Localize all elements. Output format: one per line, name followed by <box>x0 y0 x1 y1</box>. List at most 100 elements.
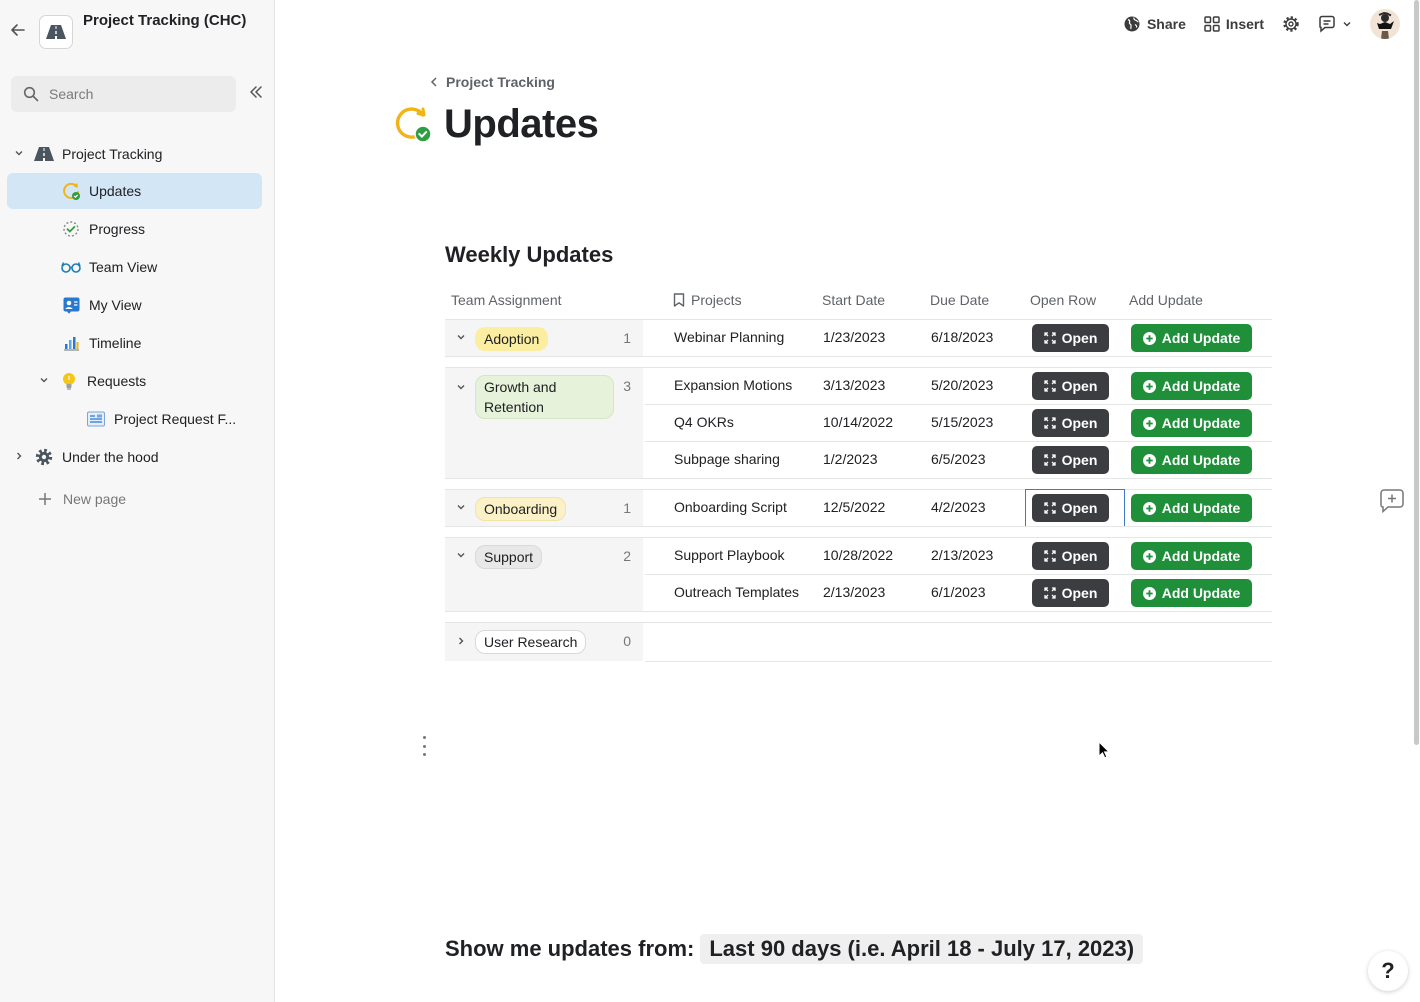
breadcrumb[interactable]: Project Tracking <box>430 74 555 90</box>
collapse-sidebar-icon[interactable] <box>246 84 266 104</box>
doc-road-icon[interactable] <box>39 15 73 49</box>
due-date[interactable]: 5/15/2023 <box>931 414 993 430</box>
due-date[interactable]: 6/1/2023 <box>931 584 986 600</box>
sidebar-item-updates[interactable]: Updates <box>7 173 262 209</box>
scrollbar[interactable] <box>1414 0 1419 745</box>
sidebar-item-label: Progress <box>89 221 146 237</box>
project-name[interactable]: Outreach Templates <box>674 584 799 600</box>
group-chip-user-research[interactable]: User Research <box>475 630 587 654</box>
chevron-right-icon[interactable] <box>455 636 467 649</box>
grid-icon <box>1204 16 1220 32</box>
add-update-button[interactable]: Add Update <box>1131 324 1252 352</box>
help-button[interactable]: ? <box>1368 951 1408 991</box>
row-divider <box>645 661 1272 662</box>
start-date[interactable]: 12/5/2022 <box>823 499 885 515</box>
plus-circle-icon <box>1142 501 1156 515</box>
open-row-button[interactable]: Open <box>1032 542 1109 570</box>
start-date[interactable]: 1/2/2023 <box>823 451 878 467</box>
column-header-projects[interactable]: Projects <box>673 292 742 308</box>
due-date[interactable]: 2/13/2023 <box>931 547 993 563</box>
group-chip-support[interactable]: Support <box>475 545 543 569</box>
sidebar-item-project-request-form[interactable]: Project Request F... <box>86 401 261 437</box>
open-row-button[interactable]: Open <box>1032 372 1109 400</box>
add-update-button[interactable]: Add Update <box>1131 494 1252 522</box>
comments-button[interactable] <box>1318 15 1352 33</box>
add-update-button[interactable]: Add Update <box>1131 372 1252 400</box>
new-page-label: New page <box>63 491 127 507</box>
chevron-down-icon[interactable] <box>455 382 467 395</box>
column-header-add-update[interactable]: Add Update <box>1129 292 1203 308</box>
group-divider <box>445 478 1272 479</box>
search-box[interactable] <box>11 76 236 112</box>
project-name[interactable]: Q4 OKRs <box>674 414 734 430</box>
due-date[interactable]: 6/18/2023 <box>931 329 993 345</box>
back-arrow-icon[interactable] <box>8 22 28 42</box>
timeline-chart-icon <box>61 333 81 353</box>
open-row-button[interactable]: Open <box>1032 494 1109 522</box>
settings-button[interactable] <box>1282 15 1300 33</box>
group-divider <box>445 356 1272 357</box>
start-date[interactable]: 10/14/2022 <box>823 414 893 430</box>
group-chip-onboarding[interactable]: Onboarding <box>475 497 567 521</box>
sidebar-item-team-view[interactable]: Team View <box>61 249 261 285</box>
due-date[interactable]: 5/20/2023 <box>931 377 993 393</box>
group-chip-adoption[interactable]: Adoption <box>475 327 549 351</box>
open-row-button[interactable]: Open <box>1032 324 1109 352</box>
chevron-down-icon[interactable] <box>37 375 51 388</box>
add-update-button[interactable]: Add Update <box>1131 409 1252 437</box>
chevron-down-icon[interactable] <box>12 148 26 161</box>
column-header-start-date[interactable]: Start Date <box>822 292 885 308</box>
project-name[interactable]: Onboarding Script <box>674 499 787 515</box>
add-comment-icon[interactable] <box>1378 489 1406 516</box>
sidebar-item-timeline[interactable]: Timeline <box>61 325 261 361</box>
add-update-button[interactable]: Add Update <box>1131 446 1252 474</box>
share-button[interactable]: Share <box>1123 15 1186 33</box>
filter-value-select[interactable]: Last 90 days (i.e. April 18 - July 17, 2… <box>700 934 1144 964</box>
doc-title[interactable]: Project Tracking (CHC) <box>83 9 263 33</box>
open-row-button[interactable]: Open <box>1032 579 1109 607</box>
start-date[interactable]: 10/28/2022 <box>823 547 893 563</box>
sidebar-item-my-view[interactable]: My View <box>61 287 261 323</box>
chevron-down-icon[interactable] <box>455 502 467 515</box>
plus-circle-icon <box>1142 416 1156 430</box>
project-name[interactable]: Support Playbook <box>674 547 785 563</box>
sidebar-item-under-the-hood[interactable]: Under the hood <box>12 439 262 475</box>
project-name[interactable]: Subpage sharing <box>674 451 780 467</box>
expand-icon <box>1043 417 1056 429</box>
sidebar-item-progress[interactable]: Progress <box>61 211 261 247</box>
search-input[interactable] <box>49 86 219 102</box>
add-update-button[interactable]: Add Update <box>1131 542 1252 570</box>
updates-icon[interactable] <box>394 105 432 145</box>
insert-button[interactable]: Insert <box>1204 16 1264 32</box>
avatar[interactable] <box>1370 9 1400 39</box>
start-date[interactable]: 3/13/2023 <box>823 377 885 393</box>
due-date[interactable]: 4/2/2023 <box>931 499 986 515</box>
sidebar-item-label: Project Request F... <box>114 411 237 427</box>
group-chip-growth-and-retention[interactable]: Growth and Retention <box>475 375 614 419</box>
column-header-due-date[interactable]: Due Date <box>930 292 989 308</box>
project-name[interactable]: Expansion Motions <box>674 377 792 393</box>
start-date[interactable]: 1/23/2023 <box>823 329 885 345</box>
sidebar-item-requests[interactable]: Requests <box>37 363 261 399</box>
block-handle-dots-icon[interactable] <box>419 736 429 756</box>
chevron-down-icon[interactable] <box>455 550 467 563</box>
project-name[interactable]: Webinar Planning <box>674 329 784 345</box>
group-cell-onboarding: Onboarding 1 <box>445 490 643 526</box>
chevron-down-icon[interactable] <box>455 332 467 345</box>
column-header-open-row[interactable]: Open Row <box>1030 292 1096 308</box>
due-date[interactable]: 6/5/2023 <box>931 451 986 467</box>
group-divider <box>445 611 1272 612</box>
chevron-right-icon[interactable] <box>12 451 26 464</box>
sidebar-item-project-tracking[interactable]: Project Tracking <box>12 136 262 172</box>
gear-icon <box>34 447 54 467</box>
new-page-button[interactable]: New page <box>35 481 261 517</box>
group-cell-user-research: User Research 0 <box>445 623 643 661</box>
open-row-button[interactable]: Open <box>1032 409 1109 437</box>
open-row-button[interactable]: Open <box>1032 446 1109 474</box>
add-update-button[interactable]: Add Update <box>1131 579 1252 607</box>
sidebar-item-label: Requests <box>87 373 147 389</box>
group-count: 0 <box>623 633 631 649</box>
lightbulb-icon <box>59 371 79 391</box>
start-date[interactable]: 2/13/2023 <box>823 584 885 600</box>
column-header-team-assignment[interactable]: Team Assignment <box>451 292 562 308</box>
